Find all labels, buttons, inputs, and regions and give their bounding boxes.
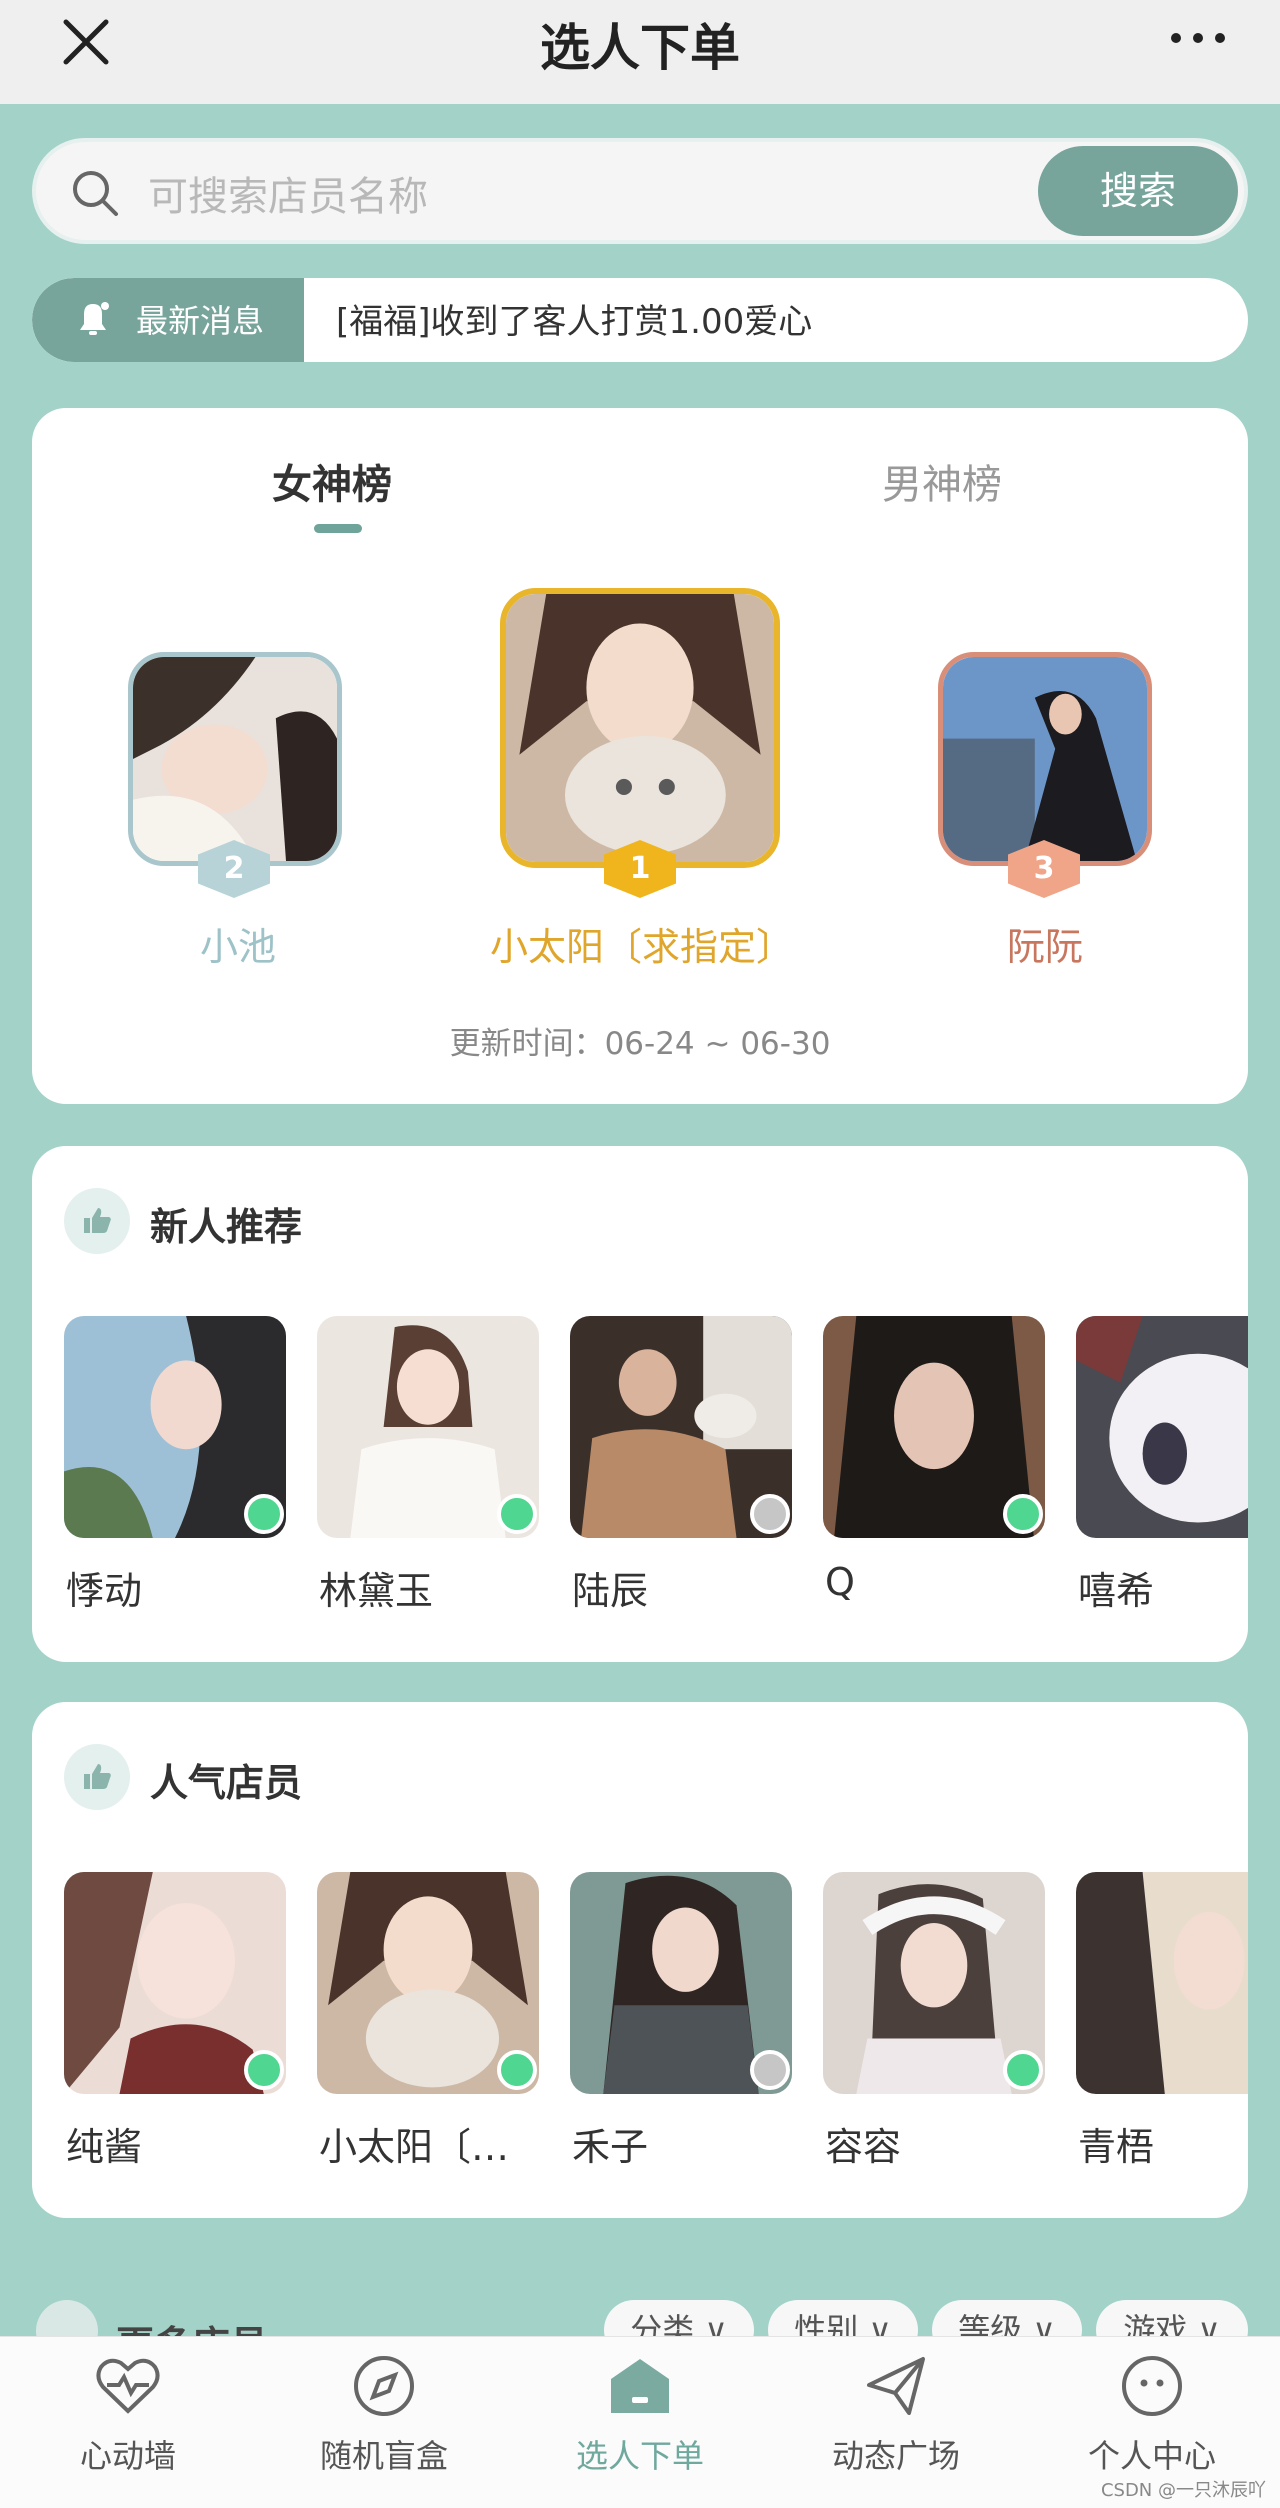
paper-plane-icon [867, 2357, 925, 2415]
house-icon [611, 2359, 669, 2413]
person-card[interactable]: 林黛玉 [317, 1316, 539, 1616]
nav-label: 动态广场 [831, 2437, 960, 2475]
tab-goddess-ranking[interactable]: 女神榜 [272, 452, 392, 510]
rank3-avatar[interactable] [938, 652, 1152, 866]
search-bar: 可搜索店员名称 搜索 [32, 138, 1248, 244]
rank1-name[interactable]: 小太阳〔求指定〕 [432, 916, 852, 971]
rank3-name[interactable]: 阮阮 [890, 916, 1200, 971]
person-card[interactable]: 悸动 [64, 1316, 286, 1616]
person-name: 纯酱 [66, 2125, 143, 2169]
online-status-dot [1003, 2050, 1043, 2090]
rank2-name[interactable]: 小池 [88, 916, 388, 971]
online-status-dot [244, 2050, 284, 2090]
update-time: 更新时间：06-24 ~ 06-30 [449, 1026, 831, 1062]
tab-god-ranking[interactable]: 男神榜 [882, 452, 1002, 510]
newbie-strip: 悸动 林黛玉 陆辰 Q 嘻希 [64, 1316, 1248, 1616]
title-bar: 选人下单 [0, 0, 1280, 104]
person-card[interactable]: 纯酱 [64, 1872, 286, 2172]
search-input[interactable]: 可搜索店员名称 [148, 164, 428, 222]
nav-dynamic-square[interactable]: 动态广场 [768, 2351, 1024, 2501]
ranking-card: 女神榜 男神榜 2 1 3 小池 小太阳〔求指定〕 阮阮 更新时间：06-24 … [32, 408, 1248, 1104]
nav-label: 心动墙 [79, 2437, 176, 2475]
person-name: 禾子 [572, 2125, 649, 2169]
person-card[interactable]: 青梧 [1076, 1872, 1248, 2172]
person-name: 嘻希 [1078, 1569, 1155, 1613]
news-tag-label: 最新消息 [136, 302, 265, 340]
person-card[interactable]: Q [823, 1316, 1045, 1616]
more-options-icon[interactable] [1168, 30, 1228, 46]
watermark: CSDN @一只沐辰吖 [1100, 2480, 1266, 2501]
popular-strip: 纯酱 小太阳〔… 禾子 容容 青梧 [64, 1872, 1248, 2172]
nav-label: 个人中心 [1087, 2437, 1216, 2475]
nav-label: 随机盲盒 [319, 2437, 448, 2475]
online-status-dot [1003, 1494, 1043, 1534]
person-card[interactable]: 容容 [823, 1872, 1045, 2172]
section-title: 人气店员 [150, 1761, 303, 1805]
person-name: 青梧 [1078, 2125, 1155, 2169]
person-card[interactable]: 嘻希 [1076, 1316, 1248, 1616]
person-name: Q [825, 1560, 855, 1604]
person-name: 小太阳〔… [319, 2125, 510, 2169]
news-tag: 最新消息 [32, 278, 304, 362]
nav-heart-wall[interactable]: 心动墙 [0, 2351, 256, 2501]
bell-icon [80, 302, 109, 335]
offline-status-dot [750, 1494, 790, 1534]
search-icon [73, 171, 118, 216]
heart-pulse-icon [96, 2358, 160, 2414]
page-title: 选人下单 [540, 19, 740, 77]
smiley-icon [1122, 2356, 1182, 2416]
newbie-section: 新人推荐 悸动 林黛玉 陆辰 Q 嘻希 [32, 1146, 1248, 1662]
thumbs-up-icon [64, 1188, 130, 1254]
online-status-dot [244, 1494, 284, 1534]
person-card[interactable]: 禾子 [570, 1872, 792, 2172]
search-button[interactable]: 搜索 [1038, 146, 1238, 236]
thumbs-up-icon [64, 1744, 130, 1810]
online-status-dot [497, 1494, 537, 1534]
rank2-avatar[interactable] [128, 652, 342, 866]
bottom-nav: 心动墙 随机盲盒 选人下单 动态广场 个人中心 CSDN @一只沐辰吖 [0, 2336, 1280, 2508]
person-name: 陆辰 [572, 1569, 649, 1613]
popular-section: 人气店员 纯酱 小太阳〔… 禾子 容容 青梧 [32, 1702, 1248, 2218]
person-card[interactable]: 小太阳〔… [317, 1872, 539, 2172]
online-status-dot [497, 2050, 537, 2090]
news-bar[interactable]: 最新消息 [福福]收到了客人打赏1.00爱心 [32, 278, 1248, 362]
offline-status-dot [750, 2050, 790, 2090]
news-text: [福福]收到了客人打赏1.00爱心 [336, 302, 813, 342]
person-name: 林黛玉 [319, 1569, 434, 1613]
person-card[interactable]: 陆辰 [570, 1316, 792, 1616]
nav-select-order[interactable]: 选人下单 [512, 2351, 768, 2501]
rank1-avatar[interactable] [500, 588, 780, 868]
person-name: 容容 [825, 2125, 902, 2169]
person-name: 悸动 [66, 1569, 143, 1613]
nav-blind-box[interactable]: 随机盲盒 [256, 2351, 512, 2501]
nav-label: 选人下单 [575, 2437, 704, 2475]
section-title: 新人推荐 [150, 1205, 303, 1249]
tab-underline [314, 524, 362, 533]
compass-icon [354, 2356, 414, 2416]
